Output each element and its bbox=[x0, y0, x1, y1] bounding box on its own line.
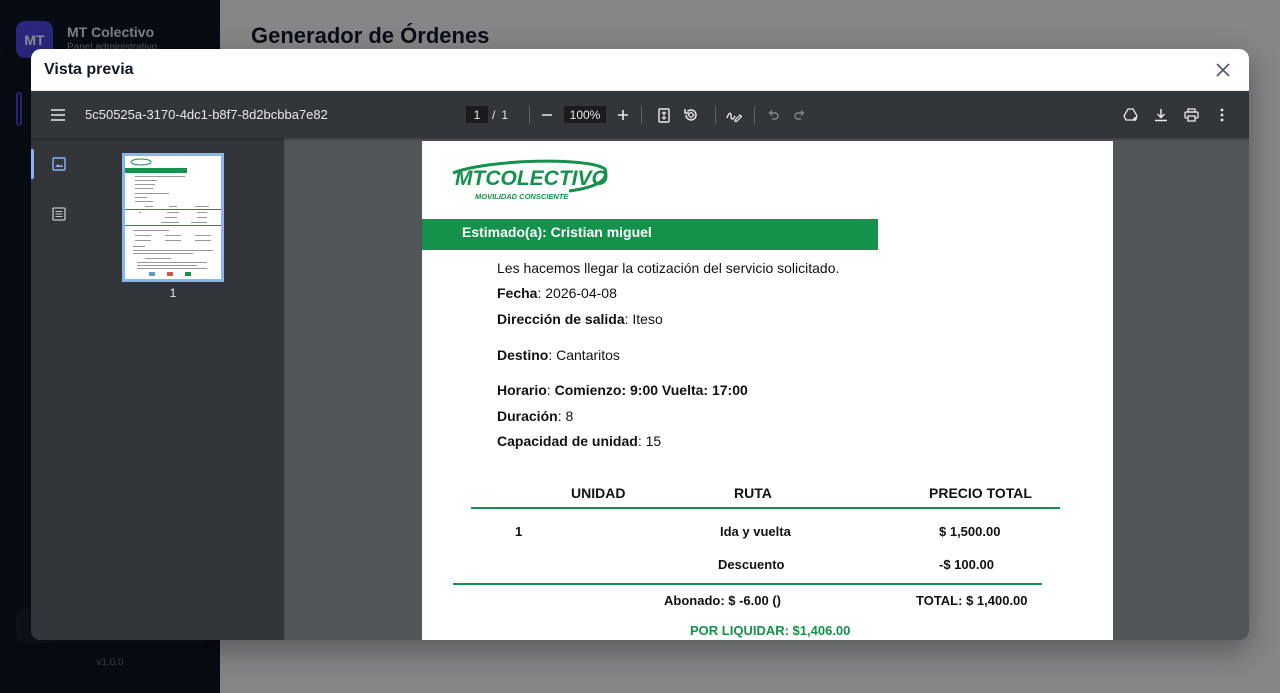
discount-value: -$ 100.00 bbox=[939, 557, 994, 572]
table-header-precio: PRECIO TOTAL bbox=[929, 485, 1032, 501]
preview-modal: Vista previa 5c50525a-3170-4dc1-b8f7-8d2… bbox=[31, 49, 1249, 640]
thumbnail-preview bbox=[125, 156, 221, 279]
row-unit: 1 bbox=[515, 524, 523, 539]
intro-text: Les hacemos llegar la cotización del ser… bbox=[497, 260, 840, 276]
row-route: Ida y vuelta bbox=[720, 524, 791, 539]
horario-detail: Comienzo: 9:00 Vuelta: 17:00 bbox=[554, 382, 748, 398]
fit-page-button[interactable] bbox=[650, 101, 678, 129]
thumbnails-tab[interactable] bbox=[45, 150, 73, 178]
zoom-out-button[interactable] bbox=[533, 101, 561, 129]
abonado-text: Abonado: $ -6.00 () bbox=[664, 593, 782, 608]
pdf-viewer: 5c50525a-3170-4dc1-b8f7-8d2bcbba7e82 / 1 bbox=[31, 91, 1249, 640]
table-header-ruta: RUTA bbox=[734, 485, 772, 501]
horario-sep: : bbox=[546, 382, 555, 398]
capacidad-value: : 15 bbox=[637, 433, 662, 449]
close-button[interactable] bbox=[1211, 58, 1235, 82]
svg-text:MTCOLECTIVO: MTCOLECTIVO bbox=[455, 167, 608, 190]
row-price: $ 1,500.00 bbox=[939, 524, 1001, 539]
capacidad-label: Capacidad de unidad bbox=[497, 433, 638, 449]
list-icon bbox=[52, 207, 66, 221]
outline-tab[interactable] bbox=[45, 200, 73, 228]
annotate-button[interactable] bbox=[720, 101, 748, 129]
fecha-value: : 2026-04-08 bbox=[537, 285, 617, 301]
svg-text:MOVILIDAD CONSCIENTE: MOVILIDAD CONSCIENTE bbox=[475, 192, 569, 201]
undo-icon bbox=[768, 110, 779, 120]
more-vertical-icon bbox=[1220, 108, 1224, 122]
undo-button[interactable] bbox=[759, 101, 787, 129]
destino-line: Destino: Cantaritos bbox=[497, 347, 620, 363]
toolbar-divider bbox=[529, 106, 530, 124]
zoom-input[interactable] bbox=[564, 106, 606, 123]
pdf-toolbar: 5c50525a-3170-4dc1-b8f7-8d2bcbba7e82 / 1 bbox=[31, 91, 1249, 138]
destino-value: : Cantaritos bbox=[548, 347, 620, 363]
redo-button[interactable] bbox=[786, 101, 814, 129]
pdf-page: MTCOLECTIVO MOVILIDAD CONSCIENTE Estimad… bbox=[422, 141, 1113, 640]
table-rule-bottom bbox=[453, 583, 1042, 585]
horario-line: Horario: Comienzo: 9:00 Vuelta: 17:00 bbox=[497, 382, 748, 398]
modal-header: Vista previa bbox=[31, 49, 1249, 91]
fecha-label: Fecha bbox=[497, 285, 538, 301]
printer-icon bbox=[1183, 108, 1199, 122]
minus-icon bbox=[542, 114, 552, 116]
salida-label: Dirección de salida bbox=[497, 311, 625, 327]
salida-value: : Iteso bbox=[624, 311, 663, 327]
table-rule-top bbox=[471, 507, 1060, 509]
modal-title: Vista previa bbox=[44, 61, 134, 78]
destino-label: Destino bbox=[497, 347, 549, 363]
duracion-value: : 8 bbox=[557, 408, 574, 424]
zoom-in-button[interactable] bbox=[609, 101, 637, 129]
toolbar-divider bbox=[754, 106, 755, 124]
pen-icon bbox=[726, 112, 742, 122]
rotate-button[interactable] bbox=[677, 101, 705, 129]
more-options-button[interactable] bbox=[1208, 101, 1236, 129]
thumbnail-pane: 1 bbox=[31, 138, 285, 640]
print-button[interactable] bbox=[1177, 101, 1205, 129]
duracion-label: Duración bbox=[497, 408, 558, 424]
toolbar-divider bbox=[715, 106, 716, 124]
close-icon bbox=[1216, 63, 1230, 77]
page-control: / 1 bbox=[466, 106, 508, 123]
page-separator: / bbox=[492, 107, 496, 122]
download-button[interactable] bbox=[1147, 101, 1175, 129]
discount-label: Descuento bbox=[718, 557, 785, 572]
file-name: 5c50525a-3170-4dc1-b8f7-8d2bcbba7e82 bbox=[85, 107, 328, 122]
redo-icon bbox=[794, 110, 805, 120]
document-area[interactable]: MTCOLECTIVO MOVILIDAD CONSCIENTE Estimad… bbox=[285, 138, 1249, 640]
save-to-drive-button[interactable] bbox=[1117, 101, 1145, 129]
fecha-line: Fecha: 2026-04-08 bbox=[497, 285, 617, 301]
sidebar-toggle-button[interactable] bbox=[44, 101, 72, 129]
rotate-icon bbox=[684, 109, 697, 121]
download-icon bbox=[1155, 109, 1167, 122]
page-number-input[interactable] bbox=[466, 106, 488, 123]
total-pages: 1 bbox=[501, 107, 509, 122]
image-icon bbox=[52, 157, 66, 171]
por-liquidar-text: POR LIQUIDAR: $1,406.00 bbox=[690, 623, 851, 638]
capacidad-line: Capacidad de unidad: 15 bbox=[497, 433, 661, 449]
side-tab-indicator bbox=[31, 149, 34, 179]
toolbar-divider bbox=[641, 106, 642, 124]
page-thumbnail[interactable] bbox=[122, 153, 224, 282]
menu-icon bbox=[51, 109, 65, 121]
table-header-unidad: UNIDAD bbox=[571, 485, 626, 501]
thumbnail-page-number: 1 bbox=[169, 286, 177, 300]
duracion-line: Duración: 8 bbox=[497, 408, 573, 424]
fit-page-icon bbox=[658, 107, 670, 123]
drive-add-icon bbox=[1123, 108, 1138, 121]
horario-label: Horario bbox=[497, 382, 547, 398]
greeting-banner: Estimado(a): Cristian miguel bbox=[422, 219, 878, 250]
company-logo: MTCOLECTIVO MOVILIDAD CONSCIENTE bbox=[452, 159, 608, 201]
total-text: TOTAL: $ 1,400.00 bbox=[916, 593, 1028, 608]
salida-line: Dirección de salida: Iteso bbox=[497, 311, 663, 327]
plus-icon bbox=[618, 110, 628, 120]
